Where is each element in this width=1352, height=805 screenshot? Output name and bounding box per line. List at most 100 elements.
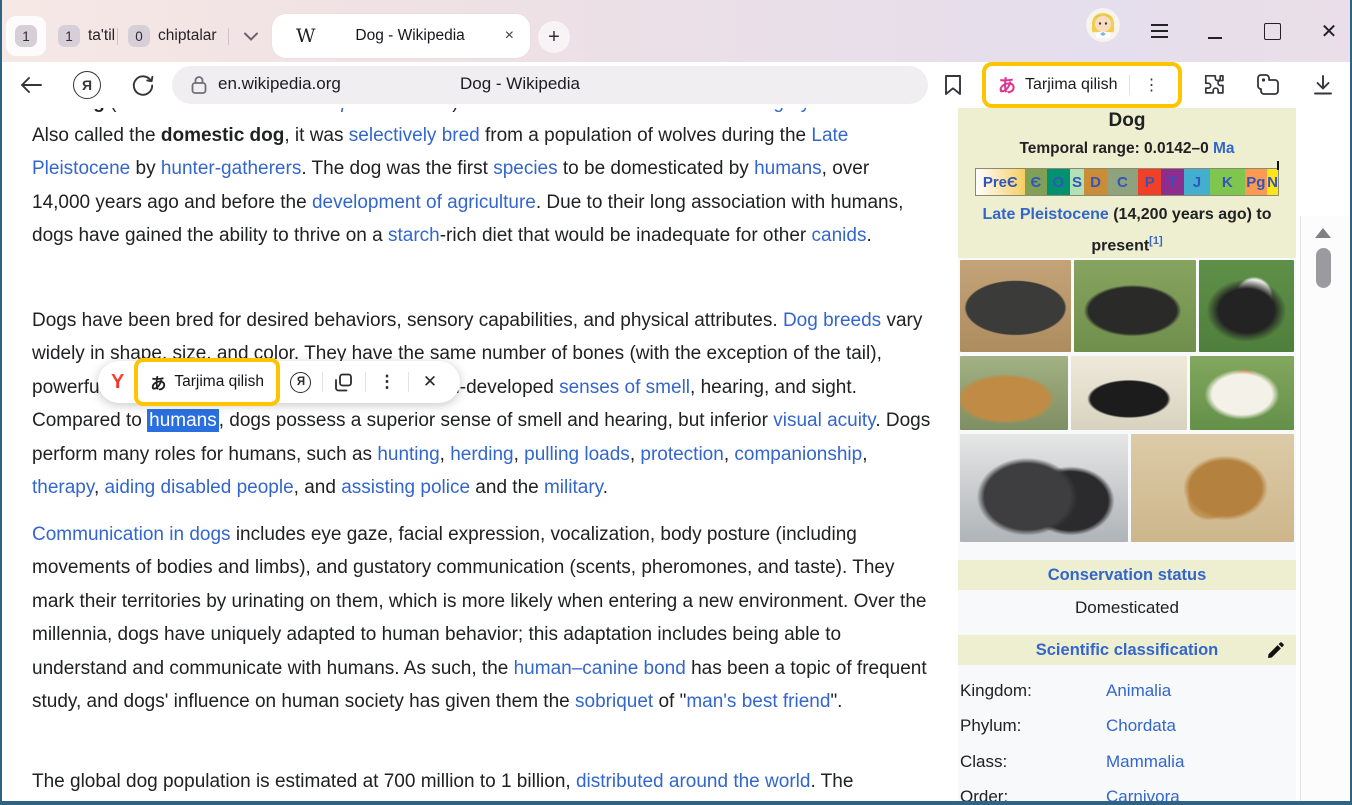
article-paragraph: Also called the domestic dog, it was sel… bbox=[32, 119, 932, 253]
extensions-icon[interactable] bbox=[1200, 70, 1230, 100]
timescale-segment-P[interactable]: P bbox=[1138, 169, 1161, 195]
timescale-segment-K[interactable]: K bbox=[1210, 169, 1245, 195]
article-link[interactable]: Dog breeds bbox=[783, 310, 881, 331]
article-link[interactable]: hunting bbox=[377, 444, 439, 465]
collections-icon[interactable] bbox=[1253, 70, 1283, 100]
scientific-classification-label[interactable]: Scientific classification bbox=[1036, 641, 1218, 660]
taxonomy-row: Phylum:Chordata bbox=[960, 709, 1294, 745]
translate-options-kebab-icon[interactable]: ⋮ bbox=[1143, 75, 1159, 95]
article-link[interactable]: canids bbox=[812, 225, 867, 246]
dog-photo-golden-retriever-in-water[interactable] bbox=[960, 356, 1068, 430]
dog-photo-black-white-dog-in-grass[interactable] bbox=[1074, 260, 1195, 352]
selected-text-humans[interactable]: humans bbox=[147, 409, 219, 432]
timescale-segment-J[interactable]: J bbox=[1184, 169, 1210, 195]
download-icon[interactable] bbox=[1308, 70, 1338, 100]
dog-photo-sled-dogs-in-snow[interactable] bbox=[960, 434, 1128, 542]
tab-bar: 1 1 ta'til 0 chiptalar W Dog - Wikipedia… bbox=[0, 0, 1352, 62]
popup-translate-button-highlighted[interactable]: あ Tarjima qilish bbox=[134, 358, 280, 406]
article-link[interactable]: military bbox=[544, 477, 603, 498]
browser-menu-button[interactable] bbox=[1142, 14, 1176, 48]
url-host[interactable]: en.wikipedia.org bbox=[218, 74, 341, 94]
divider bbox=[117, 28, 118, 45]
article-link[interactable]: pulling loads bbox=[524, 444, 630, 465]
translate-button-highlighted[interactable]: あ Tarjima qilish ⋮ bbox=[982, 62, 1182, 108]
article-link[interactable]: therapy bbox=[32, 477, 94, 498]
article-link[interactable]: human–canine bond bbox=[514, 658, 686, 679]
dog-photo-jack-russell-terrier[interactable] bbox=[1190, 356, 1294, 430]
timescale-segment-O[interactable]: O bbox=[1047, 169, 1070, 195]
lock-icon[interactable] bbox=[190, 75, 208, 95]
article-link[interactable]: senses of smell bbox=[559, 377, 690, 398]
article-link[interactable]: herding bbox=[450, 444, 513, 465]
dog-photo-black-white-longhair-dog[interactable] bbox=[1199, 260, 1294, 352]
reference-link[interactable]: [1] bbox=[1149, 235, 1162, 247]
article-link[interactable]: distributed around the world bbox=[576, 771, 810, 792]
article-link[interactable]: protection bbox=[640, 444, 723, 465]
yandex-logo-icon[interactable]: Y bbox=[111, 371, 124, 394]
popup-kebab-icon[interactable]: ⋮ bbox=[375, 370, 399, 394]
taxonomy-value-link[interactable]: Animalia bbox=[1106, 681, 1171, 701]
tab-group-current[interactable]: 1 bbox=[6, 16, 46, 56]
conservation-status-label[interactable]: Conservation status bbox=[1048, 566, 1207, 585]
window-close-button[interactable]: ✕ bbox=[1312, 14, 1346, 48]
article-link[interactable]: selectively bred bbox=[349, 125, 480, 146]
temporal-range: Temporal range: 0.0142–0 Ma bbox=[958, 140, 1296, 158]
article-link[interactable]: hunter-gatherers bbox=[161, 158, 301, 179]
reload-button[interactable] bbox=[126, 68, 160, 102]
timescale-segment-D[interactable]: D bbox=[1084, 169, 1107, 195]
timescale-segment-C[interactable]: C bbox=[1107, 169, 1138, 195]
popup-close-icon[interactable]: ✕ bbox=[418, 370, 442, 394]
taxonomy-label: Class: bbox=[960, 752, 1106, 772]
minimize-button[interactable] bbox=[1198, 14, 1232, 48]
article-link[interactable]: aiding disabled people bbox=[105, 477, 294, 498]
timescale-segment-Є[interactable]: Є bbox=[1025, 169, 1048, 195]
article-link[interactable]: development of agriculture bbox=[312, 192, 536, 213]
tab-close-icon[interactable]: × bbox=[505, 28, 514, 44]
page-scrollbar[interactable] bbox=[1300, 216, 1352, 805]
timescale-segment-T[interactable]: T bbox=[1161, 169, 1184, 195]
scientific-classification-header: Scientific classification bbox=[958, 635, 1296, 665]
yandex-button[interactable]: Я bbox=[70, 68, 104, 102]
article-link[interactable]: humans bbox=[754, 158, 822, 179]
taxonomy-value-link[interactable]: Mammalia bbox=[1106, 752, 1184, 772]
article-link[interactable]: visual acuity bbox=[773, 410, 875, 431]
scrollbar-thumb[interactable] bbox=[1316, 248, 1331, 288]
profile-avatar[interactable] bbox=[1086, 8, 1120, 42]
timescale-segment-N[interactable]: N bbox=[1267, 169, 1278, 195]
browser-window: 1 1 ta'til 0 chiptalar W Dog - Wikipedia… bbox=[0, 0, 1352, 805]
dog-photo-black-labrador-in-snow[interactable] bbox=[1071, 356, 1187, 430]
article-link[interactable]: companionship bbox=[734, 444, 862, 465]
dog-photo-dog-nursing-puppy-on-beach[interactable] bbox=[1131, 434, 1294, 542]
article-link[interactable]: sobriquet bbox=[575, 691, 653, 712]
dog-photo-black-speckled-dog-running[interactable] bbox=[960, 260, 1071, 352]
popup-translate-label: Tarjima qilish bbox=[174, 373, 264, 391]
article-link[interactable]: Communication in dogs bbox=[32, 524, 231, 545]
copy-icon[interactable] bbox=[332, 370, 356, 394]
tab-group-chiptalar[interactable]: 0 chiptalar bbox=[128, 25, 217, 47]
bookmark-icon[interactable] bbox=[942, 73, 964, 97]
scroll-up-arrow-icon[interactable] bbox=[1315, 228, 1331, 238]
chevron-down-icon[interactable] bbox=[238, 25, 264, 47]
ma-link[interactable]: Ma bbox=[1213, 140, 1235, 157]
geologic-timescale-bar[interactable]: PreЄЄOSDCPTJKPgN bbox=[975, 168, 1279, 196]
timescale-segment-S[interactable]: S bbox=[1070, 169, 1085, 195]
dog-infobox: Dog Temporal range: 0.0142–0 Ma PreЄЄOSD… bbox=[958, 108, 1296, 802]
back-button[interactable] bbox=[14, 68, 48, 102]
late-pleistocene-link[interactable]: Late Pleistocene bbox=[982, 206, 1108, 223]
new-tab-button[interactable]: + bbox=[538, 21, 570, 53]
article-link[interactable]: man's best friend bbox=[686, 691, 830, 712]
taxonomy-row: Kingdom:Animalia bbox=[960, 673, 1294, 709]
article-link[interactable]: starch bbox=[388, 225, 440, 246]
address-bar[interactable]: en.wikipedia.org Dog - Wikipedia bbox=[172, 66, 928, 104]
tab-dog-wikipedia[interactable]: W Dog - Wikipedia × bbox=[272, 14, 530, 58]
yandex-search-icon[interactable]: Я bbox=[289, 370, 313, 394]
dog-photo-grid bbox=[960, 260, 1294, 542]
edit-pencil-icon[interactable] bbox=[1267, 642, 1284, 664]
taxonomy-value-link[interactable]: Chordata bbox=[1106, 716, 1176, 736]
timescale-segment-PreЄ[interactable]: PreЄ bbox=[976, 169, 1025, 195]
maximize-button[interactable] bbox=[1255, 14, 1289, 48]
tab-group-tatil[interactable]: 1 ta'til bbox=[58, 25, 115, 47]
timescale-segment-Pg[interactable]: Pg bbox=[1245, 169, 1268, 195]
article-link[interactable]: assisting police bbox=[341, 477, 470, 498]
article-link[interactable]: species bbox=[493, 158, 557, 179]
